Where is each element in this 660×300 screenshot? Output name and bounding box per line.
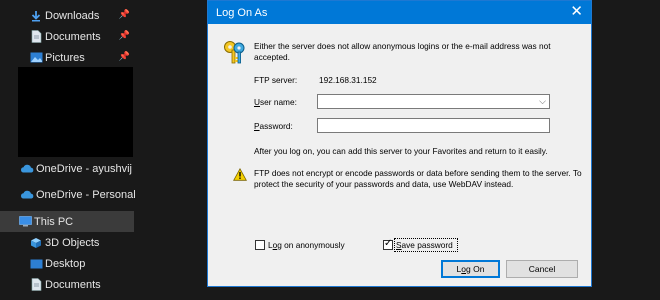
nav-item-label: 3D Objects [45,236,100,249]
log-on-as-dialog: Log On As ✕ Either the server does not a… [207,0,592,287]
dialog-title: Log On As [216,6,268,19]
nav-item-this-pc[interactable]: This PC [0,211,134,232]
ftp-server-value: 192.168.31.152 [319,75,377,85]
nav-item-3d-objects[interactable]: 3D Objects [0,232,134,253]
picture-icon [29,51,43,65]
nav-item-label: Documents [45,30,101,43]
username-label: User name: [254,97,297,107]
ftp-server-label: FTP server: [254,75,298,85]
log-on-button[interactable]: Log On [441,260,500,278]
cube-icon [29,236,43,250]
password-label: Password: [254,121,293,131]
intro-text: Either the server does not allow anonymo… [254,41,551,62]
keys-icon [224,41,245,64]
pin-icon[interactable]: 📌 [119,30,130,41]
warning-icon [233,168,247,181]
document-icon [29,278,43,292]
nav-item-downloads[interactable]: Downloads 📌 [0,5,134,26]
document-icon [29,30,43,44]
nav-item-onedrive-personal[interactable]: OneDrive - Personal [0,184,136,205]
nav-item-desktop[interactable]: Desktop [0,253,134,274]
dialog-titlebar[interactable]: Log On As ✕ [208,1,591,24]
computer-icon [18,215,32,229]
after-logon-text: After you log on, you can add this serve… [254,146,548,156]
save-password-checkbox[interactable] [383,238,393,250]
log-on-anonymously-label[interactable]: Log on anonymously [268,240,345,251]
explorer-content-area [592,0,660,300]
download-arrow-icon [29,9,43,23]
pin-icon[interactable]: 📌 [119,9,130,20]
nav-item-label: This PC [34,215,74,228]
nav-item-label: Pictures [45,51,85,64]
nav-item-label: OneDrive - Personal [36,188,136,201]
cancel-button[interactable]: Cancel [506,260,578,278]
explorer-nav-pane: Downloads 📌 Documents 📌 Pictures 📌 OneDr… [0,0,136,300]
nav-item-documents[interactable]: Documents [0,274,134,295]
log-on-anonymously-checkbox[interactable] [255,240,265,250]
nav-item-onedrive-ayushvij[interactable]: OneDrive - ayushvij [0,158,134,179]
close-icon[interactable]: ✕ [570,3,583,21]
password-field[interactable] [317,118,550,133]
nav-item-documents-quick[interactable]: Documents 📌 [0,26,134,47]
chevron-down-icon[interactable]: ⌵ [539,96,546,107]
pin-icon[interactable]: 📌 [119,51,130,62]
redacted-area [18,67,133,157]
save-password-label[interactable]: Save password [396,240,453,251]
warning-text: FTP does not encrypt or encode passwords… [254,168,582,189]
username-combobox[interactable]: ⌵ [317,94,550,109]
nav-item-label: Downloads [45,9,100,22]
cloud-icon [20,162,34,176]
nav-item-label: Desktop [45,257,86,270]
nav-item-pictures[interactable]: Pictures 📌 [0,47,134,68]
desktop-icon [29,257,43,271]
cloud-icon [20,188,34,202]
nav-item-label: Documents [45,278,101,291]
nav-item-label: OneDrive - ayushvij [36,162,132,175]
